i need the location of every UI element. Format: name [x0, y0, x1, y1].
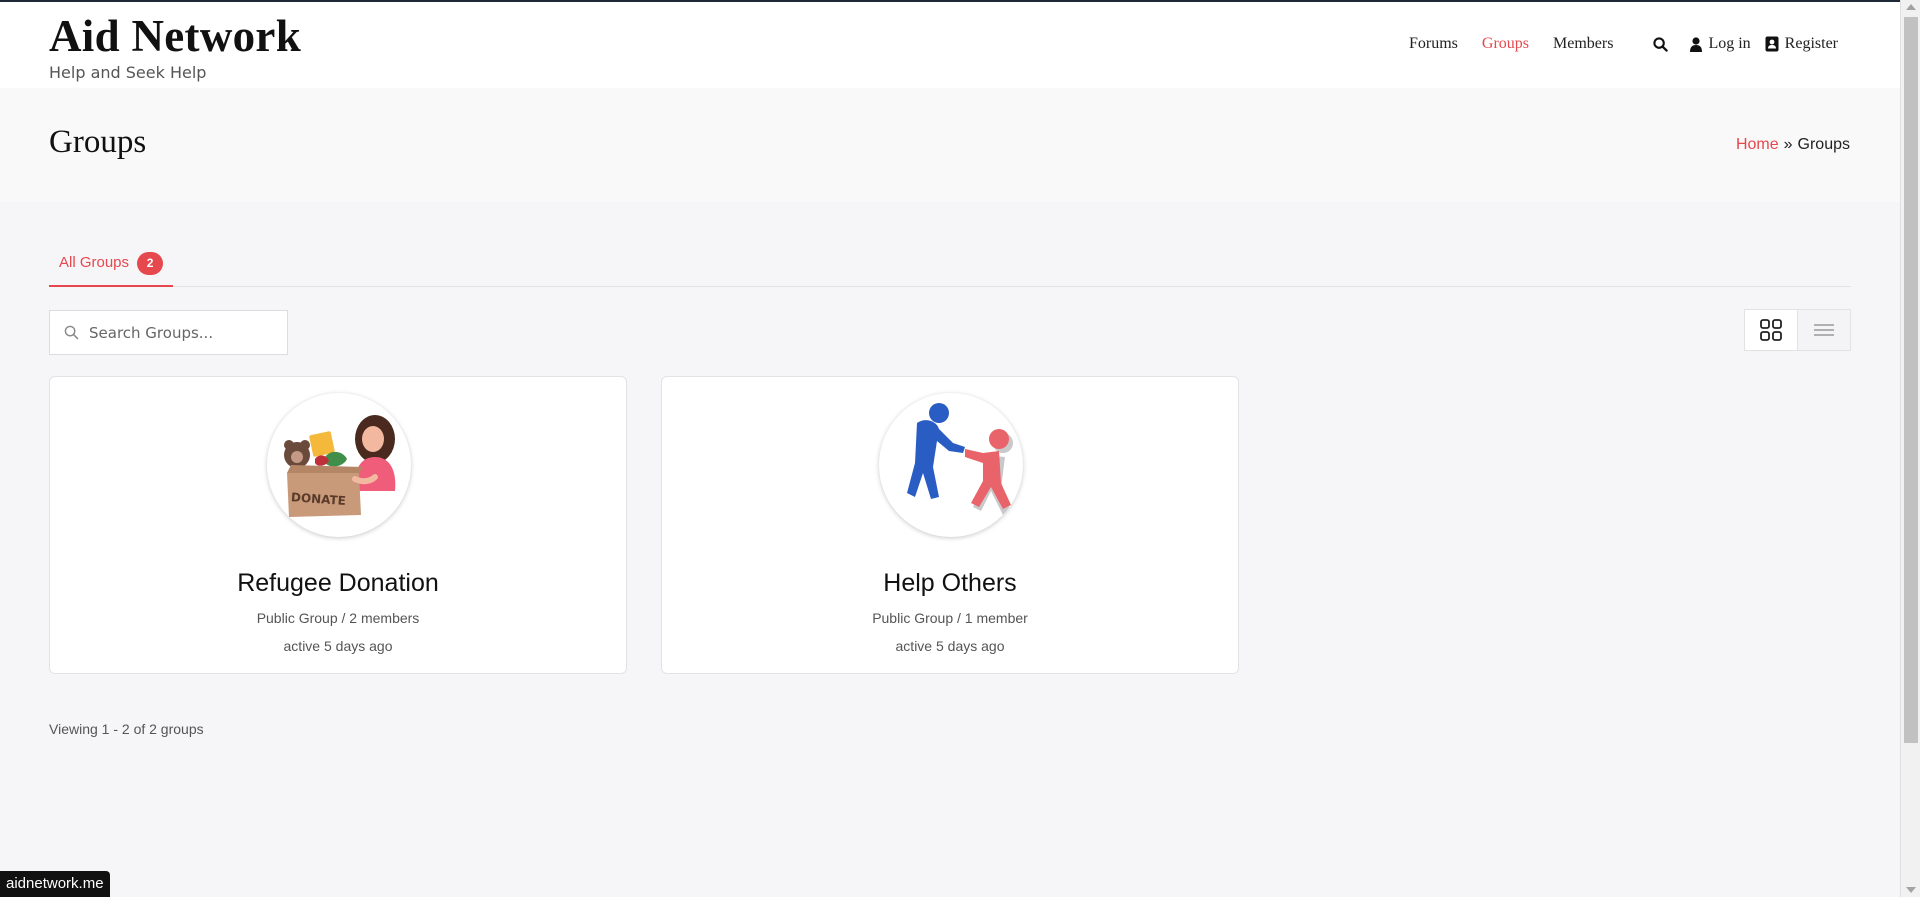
- grid-icon: [1759, 319, 1782, 341]
- page-title: Groups: [49, 124, 147, 160]
- group-card: Help Others Public Group / 1 member acti…: [661, 376, 1239, 674]
- search-button[interactable]: [1653, 36, 1674, 52]
- breadcrumb: Home» Groups: [1736, 136, 1850, 154]
- group-meta: Public Group / 1 member: [872, 610, 1028, 626]
- group-activity: active 5 days ago: [895, 638, 1005, 654]
- site-branding: Aid Network Help and Seek Help: [49, 10, 301, 82]
- login-label: Log in: [1708, 35, 1751, 52]
- main-navigation: Forums Groups Members Log in Register: [1409, 35, 1852, 53]
- nav-link-members[interactable]: Members: [1553, 35, 1613, 53]
- grid-view-button[interactable]: [1745, 310, 1798, 350]
- register-link[interactable]: Register: [1765, 35, 1838, 53]
- tab-label: All Groups: [59, 254, 130, 271]
- group-activity: active 5 days ago: [283, 638, 393, 654]
- list-icon: [1813, 324, 1834, 336]
- count-badge: 2: [137, 252, 164, 275]
- breadcrumb-current: Groups: [1797, 136, 1850, 153]
- donation-box-avatar-icon: DONATE: [284, 415, 396, 517]
- pagination-info: Viewing 1 - 2 of 2 groups: [49, 721, 204, 737]
- search-icon: [64, 325, 79, 340]
- helping-hand-avatar-icon: [907, 403, 1013, 515]
- breadcrumb-home-link[interactable]: Home: [1736, 136, 1779, 153]
- group-avatar-refugee-donation[interactable]: DONATE: [267, 393, 411, 537]
- login-link[interactable]: Log in: [1690, 35, 1751, 53]
- page-scrollbar[interactable]: [1900, 0, 1920, 897]
- page-header: Groups Home» Groups: [0, 88, 1900, 202]
- register-label: Register: [1784, 35, 1838, 52]
- group-meta: Public Group / 2 members: [256, 610, 420, 626]
- scroll-up-arrow-icon[interactable]: [1906, 4, 1916, 10]
- breadcrumb-separator: »: [1783, 136, 1793, 153]
- nav-link-forums[interactable]: Forums: [1409, 35, 1458, 53]
- user-icon: [1690, 36, 1703, 52]
- group-name-link[interactable]: Refugee Donation: [50, 569, 626, 598]
- scrollbar-thumb[interactable]: [1904, 17, 1918, 743]
- site-tagline: Help and Seek Help: [49, 63, 207, 82]
- contact-card-icon: [1765, 36, 1779, 52]
- list-view-button[interactable]: [1798, 310, 1851, 350]
- view-toggle: [1744, 309, 1851, 351]
- site-title[interactable]: Aid Network: [49, 10, 301, 62]
- group-search: [49, 310, 288, 355]
- scroll-down-arrow-icon[interactable]: [1906, 887, 1916, 893]
- link-status-url: aidnetwork.me: [0, 871, 110, 897]
- search-icon: [1653, 36, 1669, 52]
- nav-link-groups[interactable]: Groups: [1482, 35, 1529, 53]
- search-input[interactable]: [89, 323, 269, 342]
- site-header: Aid Network Help and Seek Help Forums Gr…: [0, 2, 1900, 88]
- tab-all-groups[interactable]: All Groups 2: [49, 242, 174, 287]
- group-avatar-help-others[interactable]: [879, 393, 1023, 537]
- group-card: DONATE Refugee Donation Public Group / 2…: [49, 376, 627, 674]
- group-name-link[interactable]: Help Others: [662, 569, 1238, 598]
- group-tabs: All Groups 2: [49, 242, 1851, 287]
